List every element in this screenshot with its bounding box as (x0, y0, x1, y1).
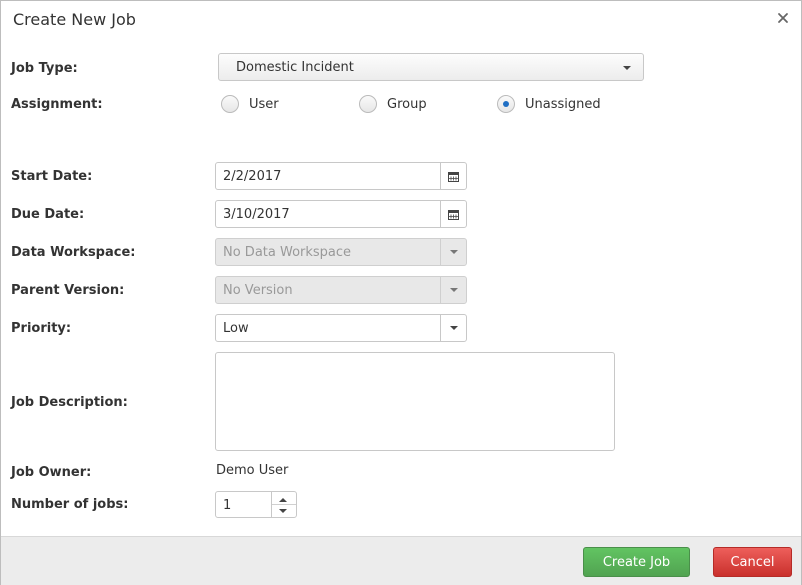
chevron-down-icon (449, 250, 458, 254)
job-owner-value: Demo User (216, 463, 289, 478)
chevron-down-icon (623, 66, 631, 70)
radio-unassigned[interactable] (497, 95, 515, 113)
start-date-value: 2/2/2017 (223, 169, 282, 184)
chevron-down-icon (449, 326, 458, 330)
job-type-label: Job Type: (11, 61, 78, 76)
job-owner-label: Job Owner: (11, 465, 92, 480)
chevron-down-icon (449, 288, 458, 292)
dialog-title: Create New Job (13, 10, 136, 29)
job-type-select[interactable]: Domestic Incident (218, 53, 644, 81)
create-job-dialog: Create New Job Job Type: Domestic Incide… (0, 0, 802, 585)
number-of-jobs-value: 1 (223, 498, 232, 513)
data-workspace-value: No Data Workspace (223, 245, 352, 260)
decrement-icon[interactable] (279, 509, 287, 513)
radio-user-label: User (249, 97, 279, 112)
data-workspace-label: Data Workspace: (11, 245, 136, 260)
job-description-label: Job Description: (11, 395, 128, 410)
close-icon[interactable] (776, 11, 790, 25)
priority-value: Low (223, 321, 249, 336)
parent-version-select: No Version (215, 276, 467, 304)
calendar-icon[interactable] (440, 201, 466, 227)
assignment-label: Assignment: (11, 97, 103, 112)
due-date-value: 3/10/2017 (223, 207, 290, 222)
radio-user[interactable] (221, 95, 239, 113)
radio-group-label: Group (387, 97, 427, 112)
job-description-textarea[interactable] (215, 352, 615, 451)
job-type-value: Domestic Incident (236, 60, 354, 75)
due-date-input[interactable]: 3/10/2017 (215, 200, 467, 228)
start-date-label: Start Date: (11, 169, 93, 184)
increment-icon[interactable] (279, 498, 287, 502)
number-of-jobs-stepper[interactable]: 1 (215, 491, 297, 518)
radio-group[interactable] (359, 95, 377, 113)
priority-select[interactable]: Low (215, 314, 467, 342)
data-workspace-select: No Data Workspace (215, 238, 467, 266)
due-date-label: Due Date: (11, 207, 85, 222)
radio-unassigned-label: Unassigned (525, 97, 601, 112)
number-of-jobs-label: Number of jobs: (11, 497, 129, 512)
cancel-button[interactable]: Cancel (713, 547, 792, 577)
create-job-button[interactable]: Create Job (583, 547, 690, 577)
priority-label: Priority: (11, 321, 72, 336)
calendar-icon[interactable] (440, 163, 466, 189)
parent-version-value: No Version (223, 283, 293, 298)
start-date-input[interactable]: 2/2/2017 (215, 162, 467, 190)
stepper-buttons[interactable] (271, 492, 296, 517)
parent-version-label: Parent Version: (11, 283, 125, 298)
